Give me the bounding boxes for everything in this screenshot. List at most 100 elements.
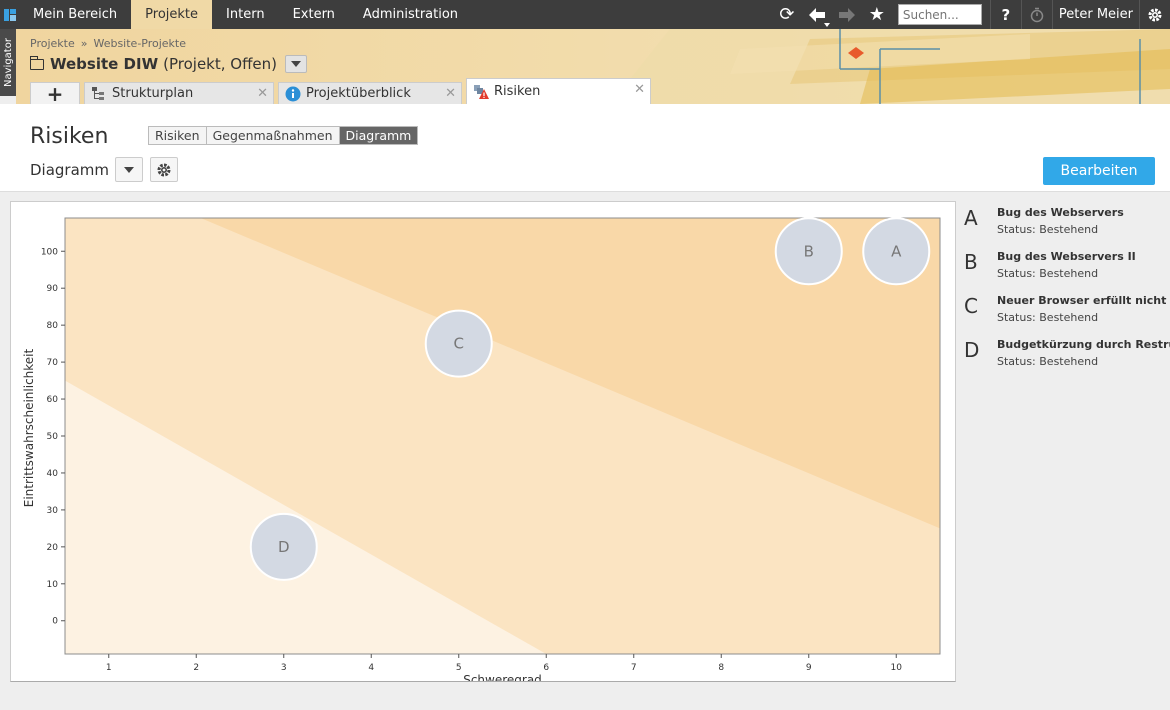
tab-strukturplan[interactable]: Strukturplan ✕ [84, 82, 274, 104]
x-tick-label: 1 [106, 663, 112, 673]
segment-diagramm[interactable]: Diagramm [339, 127, 418, 144]
view-switcher: Risiken Gegenmaßnahmen Diagramm [148, 126, 419, 145]
y-tick-label: 10 [47, 580, 59, 590]
project-meta: (Projekt, Offen) [163, 55, 278, 73]
risk-chart-svg: 1 2 3 4 5 6 7 8 9 100102030405060708090100Schwere… [22, 217, 941, 681]
info-icon [285, 86, 301, 102]
project-name: Website DIW [50, 55, 159, 73]
close-icon[interactable]: ✕ [634, 82, 645, 97]
legend-letter: D [964, 338, 980, 362]
view-settings-button[interactable] [150, 157, 178, 182]
close-icon[interactable]: ✕ [445, 86, 456, 101]
page-header: Risiken Risiken Gegenmaßnahmen Diagramm … [0, 104, 1170, 192]
legend-letter: B [964, 250, 978, 274]
risk-bubble-label: D [278, 538, 290, 556]
legend-name: Bug des Webservers II [997, 250, 1136, 263]
breadcrumb-projekte[interactable]: Projekte [30, 37, 75, 50]
view-subtitle: Diagramm [30, 161, 110, 179]
navigator-toggle[interactable]: Navigator [0, 29, 16, 96]
risk-chart: 1 2 3 4 5 6 7 8 9 10 0 10 20 30 40 50 60 70 80 90 100 Schwere… [10, 201, 956, 682]
tab-bar: + Strukturplan ✕ Projektüberblick ✕ Risi… [30, 78, 651, 106]
app-logo-icon[interactable] [1, 0, 19, 29]
user-menu[interactable]: Peter Meier [1053, 7, 1139, 22]
legend-name: Neuer Browser erfüllt nicht die [997, 294, 1170, 307]
risk-bubble-label: A [891, 242, 902, 260]
y-tick-label: 0 [52, 617, 58, 627]
add-tab-button[interactable]: + [30, 82, 80, 106]
forward-arrow-icon[interactable] [832, 0, 862, 29]
x-tick-label: 9 [806, 663, 812, 673]
legend-name: Bug des Webservers [997, 206, 1124, 219]
tab-risiken[interactable]: Risiken ✕ [466, 78, 651, 104]
view-dropdown-button[interactable] [115, 157, 143, 182]
help-icon[interactable]: ? [991, 0, 1021, 29]
back-history-dropdown-icon[interactable] [823, 23, 830, 27]
nav-administration[interactable]: Administration [349, 0, 472, 29]
diagram-area: 1 2 3 4 5 6 7 8 9 10 0 10 20 30 40 50 60 70 80 90 100 Schwere… [0, 192, 1170, 710]
nav-intern[interactable]: Intern [212, 0, 279, 29]
gear-icon [157, 163, 171, 176]
nav-projekte[interactable]: Projekte [131, 0, 213, 29]
folder-icon [30, 55, 44, 70]
navigator-label: Navigator [2, 38, 14, 87]
legend-status: Status: Bestehend [997, 355, 1099, 368]
y-tick-label: 100 [41, 247, 58, 257]
x-axis-label: Schweregrad [463, 673, 542, 681]
x-tick-label: 4 [368, 663, 374, 673]
close-icon[interactable]: ✕ [257, 86, 268, 101]
risk-legend: A Bug des Webservers Status: Bestehend B… [964, 206, 1170, 382]
y-tick-label: 60 [47, 395, 59, 405]
y-tick-label: 50 [47, 432, 59, 442]
legend-status: Status: Bestehend [997, 311, 1099, 324]
segment-risiken[interactable]: Risiken [149, 127, 207, 144]
tab-projektueberblick[interactable]: Projektüberblick ✕ [278, 82, 462, 104]
timer-icon[interactable] [1022, 0, 1052, 29]
x-tick-label: 5 [456, 663, 462, 673]
gear-icon[interactable] [1140, 0, 1170, 29]
nav-mein-bereich[interactable]: Mein Bereich [19, 0, 131, 29]
risk-bubble-label: C [454, 335, 464, 353]
legend-item[interactable]: C Neuer Browser erfüllt nicht die Status… [964, 294, 1170, 338]
x-tick-label: 7 [631, 663, 637, 673]
x-tick-label: 6 [543, 663, 549, 673]
legend-name: Budgetkürzung durch Restrukt [997, 338, 1170, 351]
breadcrumb-separator: » [80, 37, 88, 50]
y-tick-label: 30 [47, 506, 59, 516]
y-tick-label: 90 [47, 284, 59, 294]
nav-extern[interactable]: Extern [279, 0, 349, 29]
risk-bubble-label: B [804, 242, 814, 260]
x-tick-label: 2 [193, 663, 199, 673]
star-icon[interactable]: ★ [862, 0, 892, 29]
legend-status: Status: Bestehend [997, 223, 1099, 236]
legend-item[interactable]: B Bug des Webservers II Status: Bestehen… [964, 250, 1170, 294]
legend-item[interactable]: A Bug des Webservers Status: Bestehend [964, 206, 1170, 250]
project-dropdown-button[interactable] [285, 55, 308, 73]
edit-button[interactable]: Bearbeiten [1043, 157, 1155, 185]
legend-letter: A [964, 206, 978, 230]
y-tick-label: 80 [47, 321, 59, 331]
x-tick-label: 8 [718, 663, 724, 673]
segment-gegenmassnahmen[interactable]: Gegenmaßnahmen [206, 127, 340, 144]
y-tick-label: 20 [47, 543, 59, 553]
header-decoration [610, 29, 1170, 104]
page-content: Risiken Risiken Gegenmaßnahmen Diagramm … [0, 104, 1170, 710]
chevron-down-icon [291, 61, 302, 67]
project-title: Website DIW (Projekt, Offen) [30, 55, 308, 73]
tab-label: Projektüberblick [306, 86, 411, 101]
breadcrumb-website-projekte[interactable]: Website-Projekte [93, 37, 186, 50]
legend-item[interactable]: D Budgetkürzung durch Restrukt Status: B… [964, 338, 1170, 382]
chevron-down-icon [124, 166, 134, 173]
back-arrow-icon[interactable] [802, 0, 832, 29]
y-axis-label: Eintrittswahrscheinlichkeit [22, 348, 36, 507]
x-tick-label: 10 [891, 663, 903, 673]
legend-letter: C [964, 294, 978, 318]
tree-icon [91, 86, 107, 102]
warning-icon [473, 84, 489, 100]
x-tick-label: 3 [281, 663, 287, 673]
search-input[interactable] [897, 4, 982, 25]
y-tick-label: 40 [47, 469, 59, 479]
refresh-icon[interactable]: ⟳ [772, 0, 802, 29]
y-tick-label: 70 [47, 358, 59, 368]
tab-label: Risiken [494, 84, 541, 99]
top-navigation-bar: Mein Bereich Projekte Intern Extern Admi… [0, 0, 1170, 29]
